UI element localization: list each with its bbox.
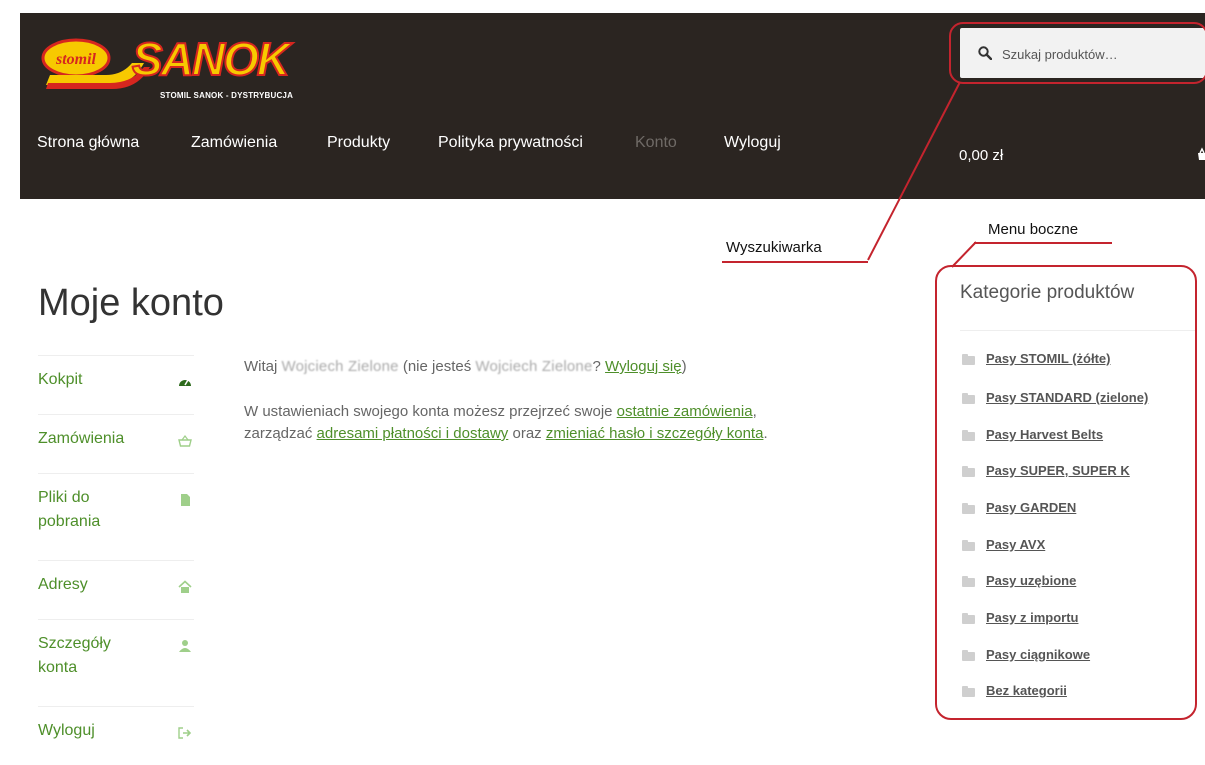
recent-orders-link[interactable]: ostatnie zamówienia xyxy=(617,403,753,420)
folder-icon xyxy=(962,354,975,365)
account-navigation: Kokpit Zamówienia Pliki do pobrania Adre… xyxy=(38,355,194,765)
addresses-link[interactable]: adresami płatności i dostawy xyxy=(317,425,509,442)
welcome-question: ? xyxy=(592,358,606,375)
folder-icon xyxy=(962,430,975,441)
search-annotation-label: Wyszukiwarka xyxy=(726,239,822,256)
sidebar-annotation-underline xyxy=(974,242,1112,244)
search-pointer-line xyxy=(867,81,961,261)
account-nav-label: Adresy xyxy=(38,576,88,593)
category-link[interactable]: Pasy GARDEN xyxy=(986,500,1076,515)
nav-home[interactable]: Strona główna xyxy=(37,134,139,152)
user-icon xyxy=(178,639,192,653)
account-nav-label: Zamówienia xyxy=(38,430,125,447)
account-nav-label: Wyloguj xyxy=(38,722,95,739)
user-name-blurred: Wojciech Zielone xyxy=(281,358,399,375)
category-link[interactable]: Bez kategorii xyxy=(986,683,1067,698)
intro-text: , xyxy=(752,403,757,420)
account-nav-dashboard[interactable]: Kokpit xyxy=(38,356,194,415)
search-annotation-underline xyxy=(722,261,868,263)
svg-text:stomil: stomil xyxy=(55,51,97,68)
welcome-suffix: ) xyxy=(681,358,687,375)
intro-message: W ustawieniach swojego konta możesz prze… xyxy=(244,401,884,445)
page-title: Moje konto xyxy=(38,282,224,324)
category-link[interactable]: Pasy SUPER, SUPER K xyxy=(986,463,1130,478)
sidebar-annotation-label: Menu boczne xyxy=(988,221,1079,238)
nav-privacy-policy[interactable]: Polityka prywatności xyxy=(438,134,583,152)
dashboard-icon xyxy=(178,375,192,389)
account-nav-downloads[interactable]: Pliki do pobrania xyxy=(38,474,194,561)
category-link[interactable]: Pasy Harvest Belts xyxy=(986,427,1103,442)
svg-text:SANOK: SANOK xyxy=(132,33,293,85)
nav-orders[interactable]: Zamówienia xyxy=(191,134,277,152)
logo-graphic: stomil SANOK xyxy=(41,32,296,89)
account-nav-logout[interactable]: Wyloguj xyxy=(38,707,194,765)
sidebar-divider xyxy=(960,330,1195,331)
folder-icon xyxy=(962,503,975,514)
sign-out-icon xyxy=(178,726,192,740)
folder-icon xyxy=(962,686,975,697)
user-name-blurred-2: Wojciech Zielone xyxy=(475,358,593,375)
home-icon xyxy=(178,580,192,594)
edit-account-link[interactable]: zmieniać hasło i szczegóły konta xyxy=(546,425,764,442)
sidebar-title: Kategorie produktów xyxy=(960,282,1135,303)
intro-text: zarządzać xyxy=(244,425,317,442)
folder-icon xyxy=(962,650,975,661)
category-link[interactable]: Pasy AVX xyxy=(986,537,1045,552)
account-nav-label: Kokpit xyxy=(38,371,83,388)
welcome-middle: (nie jesteś xyxy=(398,358,476,375)
account-nav-label: Szczegóły konta xyxy=(38,635,111,676)
cart-icon[interactable] xyxy=(1197,147,1205,166)
folder-icon xyxy=(962,466,975,477)
intro-text: W ustawieniach swojego konta możesz prze… xyxy=(244,403,617,420)
folder-icon xyxy=(962,613,975,624)
site-logo[interactable]: stomil SANOK STOMIL SANOK - DYSTRYBUCJA xyxy=(40,23,300,100)
account-nav-orders[interactable]: Zamówienia xyxy=(38,415,194,474)
logo-tagline: STOMIL SANOK - DYSTRYBUCJA xyxy=(160,91,294,100)
folder-icon xyxy=(962,576,975,587)
category-link[interactable]: Pasy uzębione xyxy=(986,573,1076,588)
nav-products[interactable]: Produkty xyxy=(327,134,390,152)
welcome-prefix: Witaj xyxy=(244,358,278,375)
category-link[interactable]: Pasy STANDARD (zielone) xyxy=(986,390,1148,405)
account-dashboard-content: Witaj Wojciech Zielone (nie jesteś Wojci… xyxy=(244,356,884,468)
file-icon xyxy=(178,493,192,507)
category-link[interactable]: Pasy ciągnikowe xyxy=(986,647,1090,662)
account-nav-label: Pliki do pobrania xyxy=(38,489,101,530)
category-link[interactable]: Pasy STOMIL (żółte) xyxy=(986,351,1111,366)
search-highlight-ring xyxy=(949,22,1205,84)
account-nav-account-details[interactable]: Szczegóły konta xyxy=(38,620,194,707)
category-link[interactable]: Pasy z importu xyxy=(986,610,1078,625)
basket-icon xyxy=(178,434,192,448)
intro-text: . xyxy=(763,425,768,442)
intro-text: oraz xyxy=(508,425,546,442)
folder-icon xyxy=(962,393,975,404)
welcome-message: Witaj Wojciech Zielone (nie jesteś Wojci… xyxy=(244,356,884,378)
nav-logout[interactable]: Wyloguj xyxy=(724,134,781,152)
logout-link[interactable]: Wyloguj się xyxy=(605,358,682,375)
folder-icon xyxy=(962,540,975,551)
account-nav-addresses[interactable]: Adresy xyxy=(38,561,194,620)
nav-account[interactable]: Konto xyxy=(635,134,677,152)
